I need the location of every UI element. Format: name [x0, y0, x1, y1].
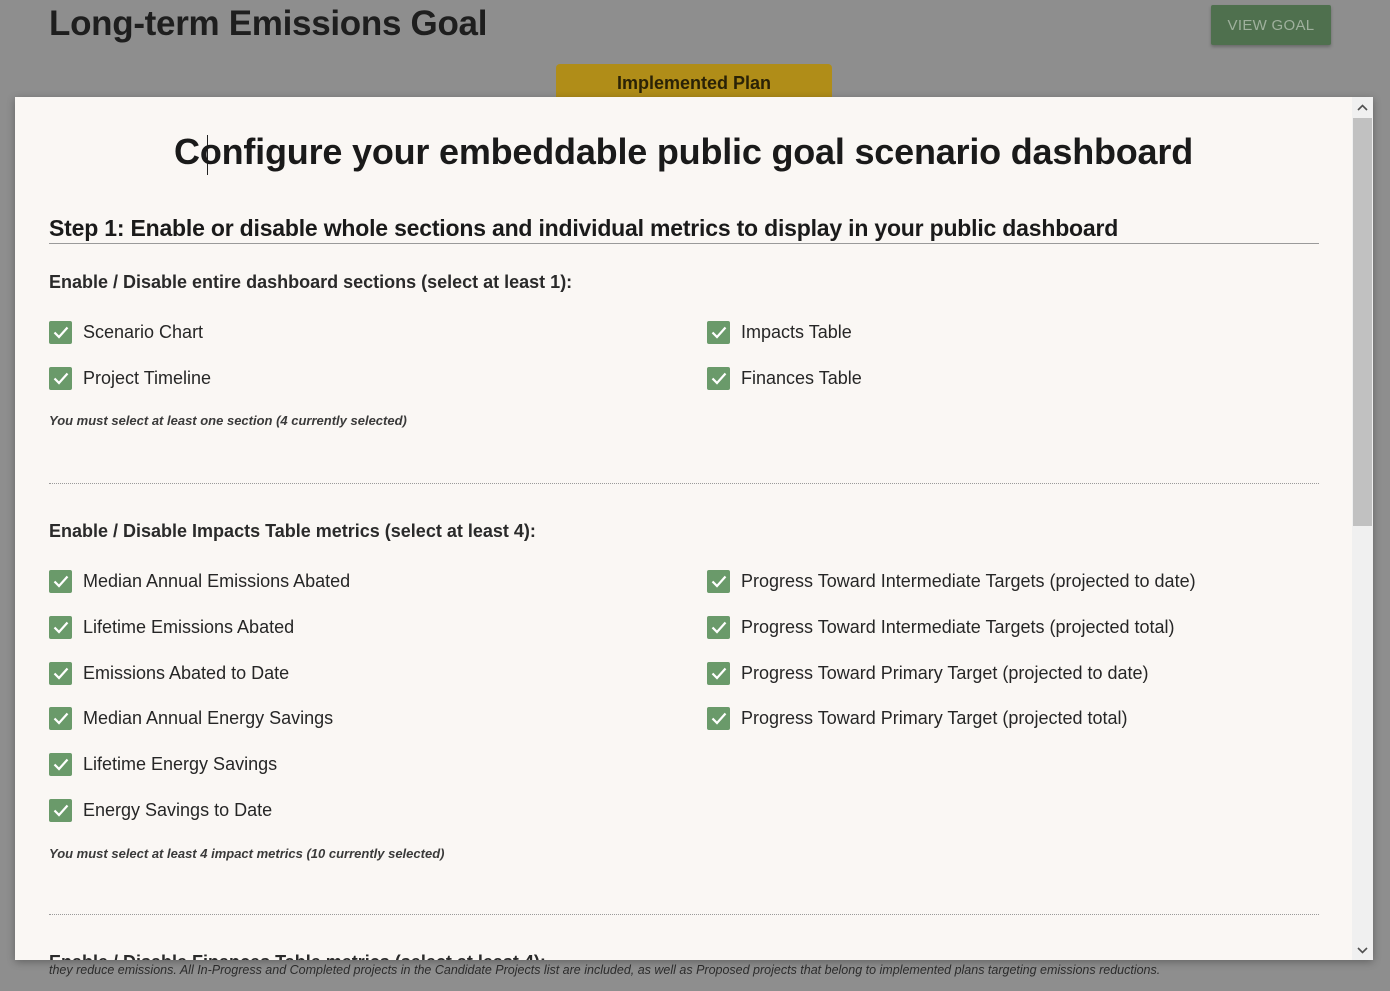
checkbox-primary-target-to-date[interactable]: Progress Toward Primary Target (projecte…	[707, 661, 1149, 685]
checkbox-checked-icon[interactable]	[49, 752, 72, 776]
scroll-down-icon[interactable]	[1352, 940, 1373, 960]
checkbox-energy-savings-to-date[interactable]: Energy Savings to Date	[49, 798, 272, 822]
sections-hint: You must select at least one section (4 …	[49, 413, 407, 428]
checkbox-intermediate-targets-total[interactable]: Progress Toward Intermediate Targets (pr…	[707, 615, 1175, 639]
checkbox-finances-table[interactable]: Finances Table	[707, 366, 862, 390]
step1-heading: Step 1: Enable or disable whole sections…	[49, 215, 1319, 244]
checkbox-label: Emissions Abated to Date	[83, 662, 290, 683]
checkbox-impacts-table[interactable]: Impacts Table	[707, 320, 852, 344]
checkbox-checked-icon[interactable]	[707, 661, 730, 685]
checkbox-checked-icon[interactable]	[49, 320, 72, 344]
dashboard-config-modal: Configure your embeddable public goal sc…	[15, 97, 1373, 960]
checkbox-checked-icon[interactable]	[707, 615, 730, 639]
section-divider	[49, 483, 1319, 484]
checkbox-checked-icon[interactable]	[707, 366, 730, 390]
scroll-thumb[interactable]	[1353, 118, 1372, 526]
checkbox-label: Project Timeline	[83, 367, 212, 388]
checkbox-emissions-abated-to-date[interactable]: Emissions Abated to Date	[49, 661, 289, 685]
checkbox-primary-target-total[interactable]: Progress Toward Primary Target (projecte…	[707, 706, 1128, 730]
checkbox-checked-icon[interactable]	[49, 798, 72, 822]
checkbox-project-timeline[interactable]: Project Timeline	[49, 366, 211, 390]
checkbox-label: Finances Table	[741, 367, 862, 388]
checkbox-checked-icon[interactable]	[49, 615, 72, 639]
checkbox-label: Lifetime Energy Savings	[83, 753, 278, 774]
checkbox-label: Scenario Chart	[83, 321, 204, 342]
checkbox-median-annual-energy-savings[interactable]: Median Annual Energy Savings	[49, 706, 333, 730]
checkbox-label: Median Annual Energy Savings	[83, 707, 334, 728]
sections-group-label: Enable / Disable entire dashboard sectio…	[49, 272, 573, 292]
scroll-up-icon[interactable]	[1352, 97, 1373, 117]
checkbox-lifetime-emissions-abated[interactable]: Lifetime Emissions Abated	[49, 615, 294, 639]
checkbox-scenario-chart[interactable]: Scenario Chart	[49, 320, 203, 344]
checkbox-checked-icon[interactable]	[707, 706, 730, 730]
checkbox-checked-icon[interactable]	[707, 569, 730, 593]
impacts-group-label: Enable / Disable Impacts Table metrics (…	[49, 521, 536, 541]
section-divider	[49, 914, 1319, 915]
checkbox-checked-icon[interactable]	[49, 569, 72, 593]
impacts-hint: You must select at least 4 impact metric…	[49, 846, 445, 861]
implemented-plan-tab[interactable]: Implemented Plan	[556, 64, 832, 100]
checkbox-label: Lifetime Emissions Abated	[83, 616, 295, 637]
view-goal-button[interactable]: VIEW GOAL	[1211, 5, 1331, 45]
checkbox-intermediate-targets-to-date[interactable]: Progress Toward Intermediate Targets (pr…	[707, 569, 1196, 593]
checkbox-label: Progress Toward Intermediate Targets (pr…	[741, 570, 1196, 591]
modal-title: Configure your embeddable public goal sc…	[174, 131, 1193, 172]
checkbox-median-annual-emissions-abated[interactable]: Median Annual Emissions Abated	[49, 569, 350, 593]
checkbox-lifetime-energy-savings[interactable]: Lifetime Energy Savings	[49, 752, 277, 776]
finances-group-label: Enable / Disable Finances Table metrics …	[49, 952, 546, 960]
checkbox-label: Progress Toward Intermediate Targets (pr…	[741, 616, 1175, 637]
checkbox-checked-icon[interactable]	[49, 661, 72, 685]
checkbox-label: Progress Toward Primary Target (projecte…	[741, 707, 1128, 728]
page-title: Long-term Emissions Goal	[49, 4, 488, 43]
checkbox-checked-icon[interactable]	[49, 706, 72, 730]
checkbox-checked-icon[interactable]	[707, 320, 730, 344]
checkbox-checked-icon[interactable]	[49, 366, 72, 390]
checkbox-label: Energy Savings to Date	[83, 799, 273, 820]
modal-scrollbar[interactable]	[1352, 97, 1373, 960]
checkbox-label: Impacts Table	[741, 321, 852, 342]
checkbox-label: Median Annual Emissions Abated	[83, 570, 351, 591]
checkbox-label: Progress Toward Primary Target (projecte…	[741, 662, 1149, 683]
background-footnote: they reduce emissions. All In-Progress a…	[49, 963, 1161, 977]
